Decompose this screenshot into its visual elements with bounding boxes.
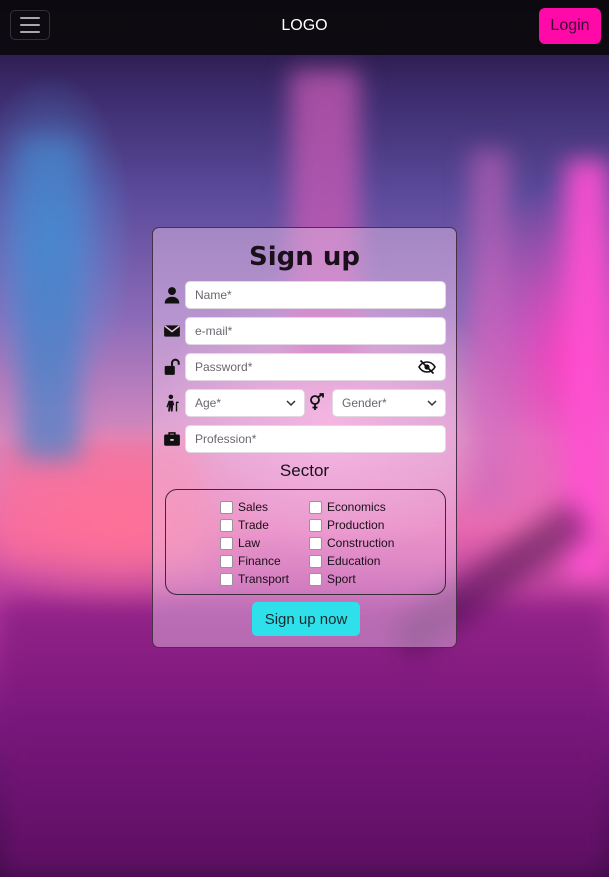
- checkbox[interactable]: [309, 500, 322, 514]
- checkbox-label: Construction: [327, 536, 395, 550]
- gender-select-value: Gender*: [342, 396, 387, 410]
- profession-field[interactable]: Profession*: [185, 425, 446, 453]
- checkbox-economics[interactable]: Economics: [309, 500, 386, 514]
- chevron-down-icon: [427, 400, 437, 407]
- checkbox-label: Economics: [327, 500, 386, 514]
- envelope-icon: [164, 325, 180, 337]
- name-field[interactable]: Name*: [185, 281, 446, 309]
- age-select-value: Age*: [195, 396, 222, 410]
- sector-title: Sector: [279, 461, 330, 480]
- gender-icon: [310, 393, 324, 410]
- checkbox-label: Law: [238, 536, 261, 550]
- checkbox[interactable]: [309, 518, 322, 532]
- eye-slash-icon[interactable]: [418, 359, 436, 375]
- checkbox[interactable]: [220, 500, 233, 514]
- signup-form: Sign up Name* e-mail* Password* Age* Gen…: [152, 227, 457, 648]
- checkbox[interactable]: [220, 536, 233, 550]
- checkbox[interactable]: [309, 536, 322, 550]
- gender-select[interactable]: Gender*: [332, 389, 446, 417]
- checkbox-label: Trade: [238, 518, 269, 532]
- sector-checkbox-group: Sales Trade Law Finance Transport Econom…: [165, 489, 446, 595]
- person-cane-icon: [166, 394, 179, 412]
- checkbox[interactable]: [220, 518, 233, 532]
- chevron-down-icon: [286, 400, 296, 407]
- checkbox[interactable]: [309, 572, 322, 586]
- checkbox-sales[interactable]: Sales: [220, 500, 268, 514]
- checkbox-label: Finance: [238, 554, 281, 568]
- checkbox-label: Education: [327, 554, 381, 568]
- checkbox[interactable]: [220, 554, 233, 568]
- user-icon: [164, 287, 180, 304]
- checkbox-construction[interactable]: Construction: [309, 536, 394, 550]
- checkbox-sport[interactable]: Sport: [309, 572, 356, 586]
- checkbox-transport[interactable]: Transport: [220, 572, 289, 586]
- unlock-icon: [164, 358, 180, 375]
- login-button[interactable]: Login: [539, 8, 601, 44]
- checkbox-production[interactable]: Production: [309, 518, 384, 532]
- checkbox-label: Transport: [238, 572, 289, 586]
- password-placeholder: Password*: [195, 360, 253, 374]
- checkbox-trade[interactable]: Trade: [220, 518, 269, 532]
- email-field[interactable]: e-mail*: [185, 317, 446, 345]
- checkbox[interactable]: [309, 554, 322, 568]
- password-field[interactable]: Password*: [185, 353, 446, 381]
- checkbox[interactable]: [220, 572, 233, 586]
- checkbox-law[interactable]: Law: [220, 536, 260, 550]
- age-select[interactable]: Age*: [185, 389, 305, 417]
- checkbox-finance[interactable]: Finance: [220, 554, 281, 568]
- sign-up-now-button[interactable]: Sign up now: [252, 602, 360, 636]
- briefcase-icon: [164, 432, 180, 446]
- navbar: LOGO Login: [0, 0, 609, 55]
- logo[interactable]: LOGO: [0, 17, 609, 35]
- checkbox-label: Sport: [327, 572, 356, 586]
- form-title: Sign up: [249, 242, 360, 272]
- checkbox-label: Sales: [238, 500, 269, 514]
- checkbox-education[interactable]: Education: [309, 554, 380, 568]
- checkbox-label: Production: [327, 518, 385, 532]
